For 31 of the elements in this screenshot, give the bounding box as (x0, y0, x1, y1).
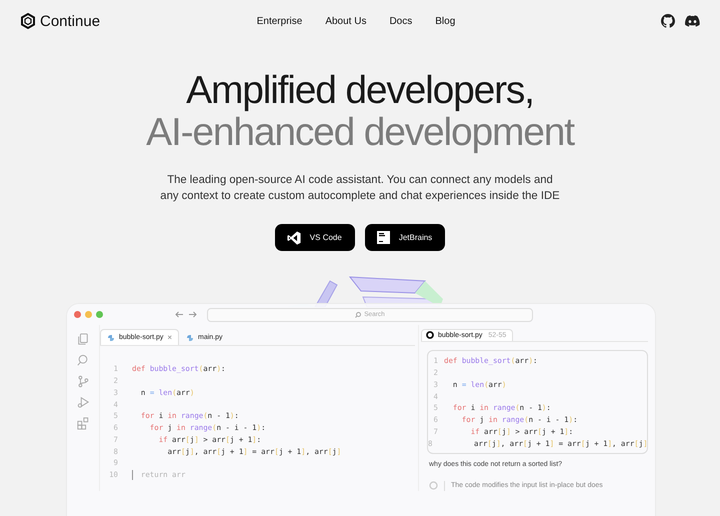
jetbrains-button[interactable]: JetBrains (364, 224, 446, 251)
jetbrains-icon (376, 231, 390, 244)
search-icon[interactable] (77, 354, 89, 367)
forward-arrow-icon[interactable] (188, 311, 197, 318)
logo-icon (20, 13, 36, 29)
hero-title: AI-enhanced development (146, 112, 574, 154)
back-arrow-icon[interactable] (175, 311, 184, 318)
run-debug-icon[interactable] (77, 396, 89, 409)
vscode-button[interactable]: VS Code (274, 224, 355, 251)
logo-icon (426, 331, 434, 339)
github-icon[interactable] (661, 14, 675, 28)
nav-link[interactable]: Enterprise (256, 16, 302, 26)
python-file-icon (107, 334, 115, 342)
extensions-icon[interactable] (77, 417, 89, 430)
vscode-icon (286, 230, 301, 244)
discord-icon[interactable] (685, 15, 700, 27)
search-icon (355, 312, 362, 318)
branch-icon[interactable] (77, 375, 89, 388)
brand-name[interactable]: Continue (40, 12, 100, 30)
maximize-window-dot[interactable] (96, 311, 103, 318)
hero-subtitle: The leading open-source AI code assistant. You can connect any models and any context to create custom autocomplete and chat experiences inside the IDE (160, 173, 560, 204)
close-tab-icon[interactable]: × (167, 333, 172, 342)
minimize-window-dot[interactable] (85, 311, 92, 318)
nav-link[interactable]: Blog (435, 16, 456, 26)
nav-link[interactable]: Docs (389, 16, 412, 26)
nav-link[interactable]: About Us (325, 16, 366, 26)
files-icon[interactable] (77, 333, 89, 346)
loading-circle-icon (429, 481, 438, 490)
close-window-dot[interactable] (74, 311, 81, 318)
python-file-icon (186, 334, 194, 342)
hero-title: Amplified developers, (186, 70, 534, 112)
